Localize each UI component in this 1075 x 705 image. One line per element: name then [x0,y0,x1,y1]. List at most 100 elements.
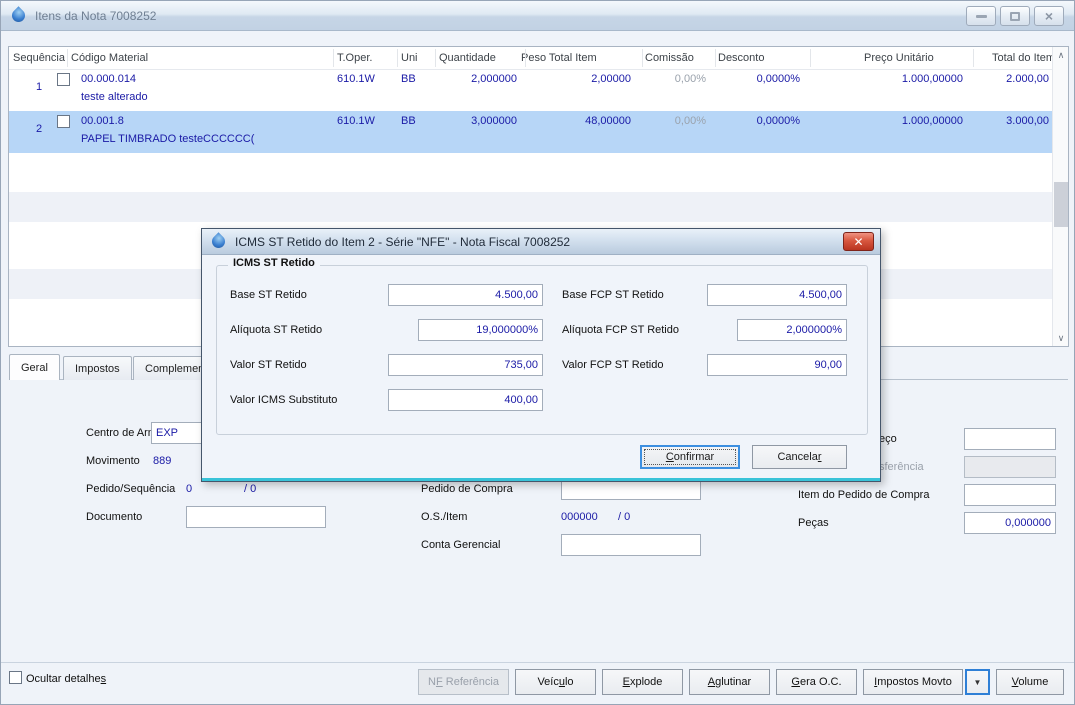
material-description: PAPEL TIMBRADO testeCCCCCC( [81,133,255,145]
label-valor-fcp: Valor FCP ST Retido [562,359,664,371]
transferencia-input-disabled [964,456,1056,478]
label-conta-gerencial: Conta Gerencial [421,539,501,551]
ocultar-detalhes-checkbox[interactable] [9,671,22,684]
col-header-quantidade[interactable]: Quantidade [439,52,496,64]
item-total: 3.000,00 [1006,115,1049,127]
tabela-preco-input[interactable] [964,428,1056,450]
nf-referencia-button: NF Referência [418,669,509,695]
close-button[interactable]: × [1034,6,1064,26]
commission: 0,00% [674,115,706,127]
documento-input[interactable] [186,506,326,528]
titlebar[interactable]: Itens da Nota 7008252 × [1,1,1074,31]
material-description: teste alterado [81,91,148,103]
pedido-value: 0 [186,483,193,495]
unit-price: 1.000,00000 [901,73,963,85]
veiculo-button[interactable]: Veículo [515,669,596,695]
label-movimento: Movimento [86,455,140,467]
valor-icms-substituto-input[interactable]: 400,00 [388,389,543,411]
impostos-movto-button[interactable]: Impostos Movto [863,669,963,695]
base-st-input[interactable]: 4.500,00 [388,284,543,306]
app-droplet-icon [209,232,228,251]
label-base-st: Base ST Retido [230,289,307,301]
label-valor-icms-substituto: Valor ICMS Substituto [230,394,338,406]
table-scrollbar[interactable]: ∧ ∨ [1052,47,1068,346]
confirmar-button[interactable]: Confirmar [640,445,740,469]
minimize-icon [975,14,987,18]
label-os-item: O.S./Item [421,511,468,523]
label-pedido-sequencia: Pedido/Sequência [86,483,176,495]
aglutinar-button[interactable]: Aglutinar [689,669,770,695]
item-pedido-compra-input[interactable] [964,484,1056,506]
total-weight: 2,00000 [591,73,631,85]
tab-impostos[interactable]: Impostos [63,356,132,380]
col-header-comissao[interactable]: Comissão [645,52,694,64]
close-icon: ✕ [853,234,864,249]
row-checkbox[interactable] [57,115,70,128]
table-row[interactable]: 1 00.000.014 teste alterado 610.1W BB 2,… [9,69,1052,111]
explode-button[interactable]: Explode [602,669,683,695]
base-fcp-input[interactable]: 4.500,00 [707,284,847,306]
material-code: 00.000.014 [81,73,137,85]
total-weight: 48,00000 [585,115,631,127]
col-header-desconto[interactable]: Desconto [718,52,764,64]
dialog-bottom-accent [202,478,880,481]
os-item-value: / 0 [618,511,631,523]
maximize-button[interactable] [1000,6,1030,26]
aliquota-st-input[interactable]: 19,000000% [418,319,543,341]
tab-geral[interactable]: Geral [9,354,60,380]
aliquota-fcp-input[interactable]: 2,000000% [737,319,847,341]
quantity: 2,000000 [471,73,517,85]
icms-st-retido-dialog: ICMS ST Retido do Item 2 - Série "NFE" -… [201,228,881,482]
label-preco-partial: eço [879,433,897,445]
gera-oc-button[interactable]: Gera O.C. [776,669,857,695]
operation-type: 610.1W [337,73,375,85]
label-aliquota-st: Alíquota ST Retido [230,324,323,336]
minimize-button[interactable] [966,6,996,26]
items-window: Itens da Nota 7008252 × Sequência Código… [0,0,1075,705]
scroll-up-icon[interactable]: ∧ [1053,47,1069,63]
table-row-selected[interactable]: 2 00.001.8 PAPEL TIMBRADO testeCCCCCC( 6… [9,111,1052,153]
os-value: 000000 [561,511,598,523]
scrollbar-thumb[interactable] [1054,182,1068,227]
label-item-pedido-compra: Item do Pedido de Compra [798,489,930,501]
ocultar-detalhes-label[interactable]: Ocultar detalhe s [26,668,106,690]
pecas-input[interactable]: 0,000000 [964,512,1056,534]
label-aliquota-fcp: Alíquota FCP ST Retido [562,324,679,336]
label-pecas: Peças [798,517,829,529]
valor-fcp-input[interactable]: 90,00 [707,354,847,376]
label-valor-st: Valor ST Retido [230,359,307,371]
cancelar-button[interactable]: Cancelar [752,445,847,469]
volume-button[interactable]: Volume [996,669,1064,695]
commission: 0,00% [674,73,706,85]
material-code: 00.001.8 [81,115,124,127]
label-documento: Documento [86,511,143,523]
discount: 0,0000% [756,73,800,85]
col-header-preco[interactable]: Preço Unitário [864,52,934,64]
valor-st-input[interactable]: 735,00 [388,354,543,376]
col-header-toper[interactable]: T.Oper. [337,52,372,64]
label-transferencia-partial: sferência [879,461,924,473]
discount: 0,0000% [756,115,800,127]
col-header-total[interactable]: Total do Item [992,52,1055,64]
window-title: Itens da Nota 7008252 [35,9,157,23]
col-header-sequencia[interactable]: Sequência [13,52,65,64]
app-droplet-icon [9,6,28,25]
impostos-movto-dropdown-button[interactable]: ▼ [965,669,990,695]
label-base-fcp: Base FCP ST Retido [562,289,664,301]
movimento-value: 889 [153,455,172,467]
col-header-peso[interactable]: Peso Total Item [521,52,597,64]
dialog-close-button[interactable]: ✕ [843,232,874,251]
quantity: 3,000000 [471,115,517,127]
unit-price: 1.000,00000 [901,115,963,127]
conta-gerencial-input[interactable] [561,534,701,556]
col-header-codigo[interactable]: Código Material [71,52,148,64]
groupbox-title: ICMS ST Retido [228,257,320,269]
operation-type: 610.1W [337,115,375,127]
dialog-titlebar[interactable]: ICMS ST Retido do Item 2 - Série "NFE" -… [202,229,880,255]
maximize-icon [1010,11,1020,21]
col-header-uni[interactable]: Uni [401,52,418,64]
unit: BB [401,73,416,85]
scroll-down-icon[interactable]: ∨ [1053,330,1069,346]
row-checkbox[interactable] [57,73,70,86]
item-total: 2.000,00 [1006,73,1049,85]
